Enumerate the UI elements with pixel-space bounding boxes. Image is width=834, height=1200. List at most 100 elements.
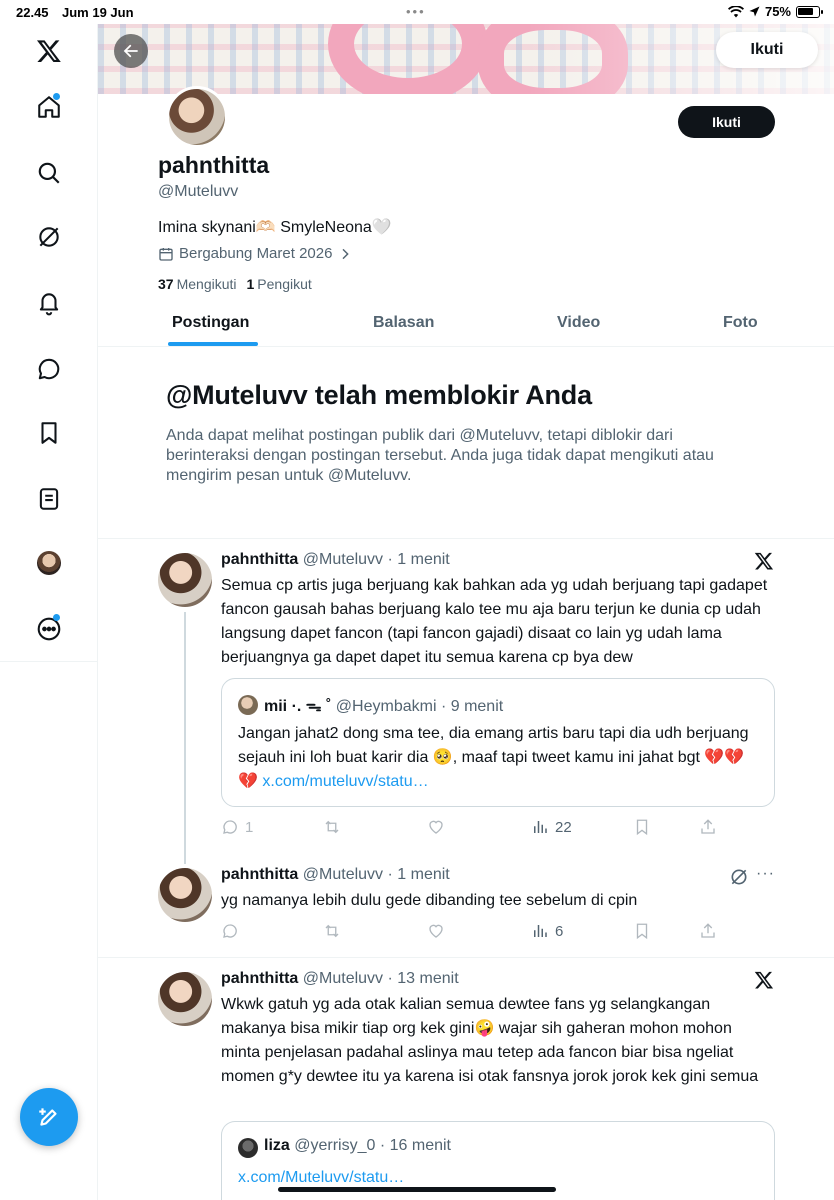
chevron-right-icon xyxy=(342,248,350,259)
reply-icon xyxy=(223,924,237,938)
follow-counts: 37 Mengikuti 1 Pengikut xyxy=(158,276,312,292)
share-button[interactable] xyxy=(699,922,717,940)
quote-avatar xyxy=(238,695,258,715)
reply-count: 1 xyxy=(245,818,254,836)
reply-button[interactable] xyxy=(221,922,239,940)
header-follow-button[interactable]: Ikuti xyxy=(716,32,818,68)
reply-button[interactable]: 1 xyxy=(221,818,253,836)
views-count: 22 xyxy=(555,818,572,836)
follow-button[interactable]: Ikuti xyxy=(678,106,775,138)
x-logo-icon[interactable] xyxy=(34,36,64,66)
x-logo-icon xyxy=(754,971,774,989)
profile-bio: Imina skynani🫶🏻 SmyleNeona🤍 xyxy=(158,219,392,236)
post-author-name[interactable]: pahnthitta xyxy=(221,551,298,568)
profile-avatar-nav[interactable] xyxy=(37,551,61,575)
notifications-icon[interactable] xyxy=(34,288,64,318)
sidebar-nav xyxy=(0,24,97,662)
repost-button[interactable] xyxy=(323,818,341,836)
bookmark-icon xyxy=(636,819,648,836)
location-icon xyxy=(749,6,760,17)
messages-icon[interactable] xyxy=(34,354,64,384)
share-icon xyxy=(701,819,715,834)
quote-link[interactable]: x.com/Muteluvv/statu… xyxy=(238,1169,404,1186)
share-icon xyxy=(701,923,715,938)
post-avatar[interactable] xyxy=(158,868,212,922)
arrow-left-icon xyxy=(123,44,138,58)
grok-icon[interactable] xyxy=(729,867,749,887)
bookmark-button[interactable] xyxy=(633,818,651,836)
battery-percent: 75% xyxy=(764,4,791,19)
following-count: 37 xyxy=(158,276,174,292)
bookmarks-icon[interactable] xyxy=(34,418,64,448)
post-author-meta: @Muteluvv · 1 menit xyxy=(302,866,450,883)
post-text: Semua cp artis juga berjuang kak bahkan … xyxy=(221,577,768,666)
post-header: pahnthitta @Muteluvv · 13 menit xyxy=(221,970,459,988)
post-avatar[interactable] xyxy=(158,972,212,1026)
post-text: Wkwk gatuh yg ada otak kalian semua dewt… xyxy=(221,996,759,1085)
more-options-icon[interactable]: ··· xyxy=(756,865,775,883)
bookmark-button[interactable] xyxy=(633,922,651,940)
profile-handle: @Muteluvv xyxy=(158,183,239,200)
followers-link[interactable]: 1 Pengikut xyxy=(247,276,312,292)
wifi-icon xyxy=(727,5,744,17)
quote-author-name: liza xyxy=(264,1137,290,1154)
followers-count: 1 xyxy=(246,276,255,292)
views-chart-icon xyxy=(534,925,547,937)
status-indicators: 75% xyxy=(727,4,823,19)
lists-icon[interactable] xyxy=(34,484,64,514)
post-author-name[interactable]: pahnthitta xyxy=(221,866,298,883)
post-divider xyxy=(98,957,834,958)
home-indicator xyxy=(278,1187,556,1192)
followers-label: Pengikut xyxy=(257,276,312,292)
quoted-post[interactable]: mii ·. ᯓ ˚ @Heymbakmi · 9 menit Jangan j… xyxy=(221,678,775,807)
like-button[interactable] xyxy=(427,818,445,836)
post-author-name[interactable]: pahnthitta xyxy=(221,970,298,987)
grok-icon[interactable] xyxy=(34,222,64,252)
section-divider xyxy=(98,538,834,539)
tab-posts[interactable]: Postingan xyxy=(172,314,249,332)
post-text: yg namanya lebih dulu gede dibanding tee… xyxy=(221,892,638,909)
heart-icon xyxy=(429,924,443,938)
tab-replies[interactable]: Balasan xyxy=(373,314,434,332)
views-button[interactable]: 6 xyxy=(531,922,563,940)
heart-icon xyxy=(429,820,443,834)
quote-author-meta: @yerrisy_0 · 16 menit xyxy=(294,1137,451,1154)
post-author-meta: @Muteluvv · 13 menit xyxy=(302,970,459,987)
status-bar: 22.45 Jum 19 Jun ••• 75% xyxy=(0,0,834,24)
views-button[interactable]: 22 xyxy=(531,818,572,836)
tab-video[interactable]: Video xyxy=(557,314,600,332)
more-notification-dot xyxy=(53,614,60,621)
profile-tabs: Postingan Balasan Video Foto xyxy=(98,306,834,347)
quote-header: liza @yerrisy_0 · 16 menit xyxy=(264,1137,451,1155)
post-avatar[interactable] xyxy=(158,553,212,607)
repost-button[interactable] xyxy=(323,922,341,940)
x-logo-icon xyxy=(754,552,774,570)
back-button[interactable] xyxy=(114,34,148,68)
post-actions: 1 22 xyxy=(221,818,721,842)
status-time: 22.45 xyxy=(16,5,49,20)
profile-joined[interactable]: Bergabung Maret 2026 xyxy=(158,245,353,262)
following-link[interactable]: 37 Mengikuti xyxy=(158,276,237,292)
post-header: pahnthitta @Muteluvv · 1 menit xyxy=(221,866,450,884)
views-count: 6 xyxy=(555,922,564,940)
sidebar xyxy=(0,24,98,1200)
home-notification-dot xyxy=(53,93,60,100)
status-date: Jum 19 Jun xyxy=(62,5,134,20)
tab-photos[interactable]: Foto xyxy=(723,314,758,332)
blocked-title: @Muteluvv telah memblokir Anda xyxy=(166,380,592,410)
active-tab-indicator xyxy=(168,342,258,346)
battery-icon xyxy=(796,5,823,18)
compose-post-button[interactable] xyxy=(20,1088,78,1146)
share-button[interactable] xyxy=(699,818,717,836)
profile-avatar[interactable] xyxy=(166,86,228,148)
search-icon[interactable] xyxy=(34,158,64,188)
quote-header: mii ·. ᯓ ˚ @Heymbakmi · 9 menit xyxy=(264,694,503,716)
like-button[interactable] xyxy=(427,922,445,940)
post-author-meta: @Muteluvv · 1 menit xyxy=(302,551,450,568)
quote-link[interactable]: x.com/muteluvv/statu… xyxy=(262,773,428,790)
quote-avatar xyxy=(238,1138,258,1158)
joined-text: Bergabung Maret 2026 xyxy=(179,245,333,262)
multitasking-dots-icon[interactable]: ••• xyxy=(406,4,426,19)
quote-text: Jangan jahat2 dong sma tee, dia emang ar… xyxy=(238,722,758,794)
reply-icon xyxy=(223,820,237,834)
